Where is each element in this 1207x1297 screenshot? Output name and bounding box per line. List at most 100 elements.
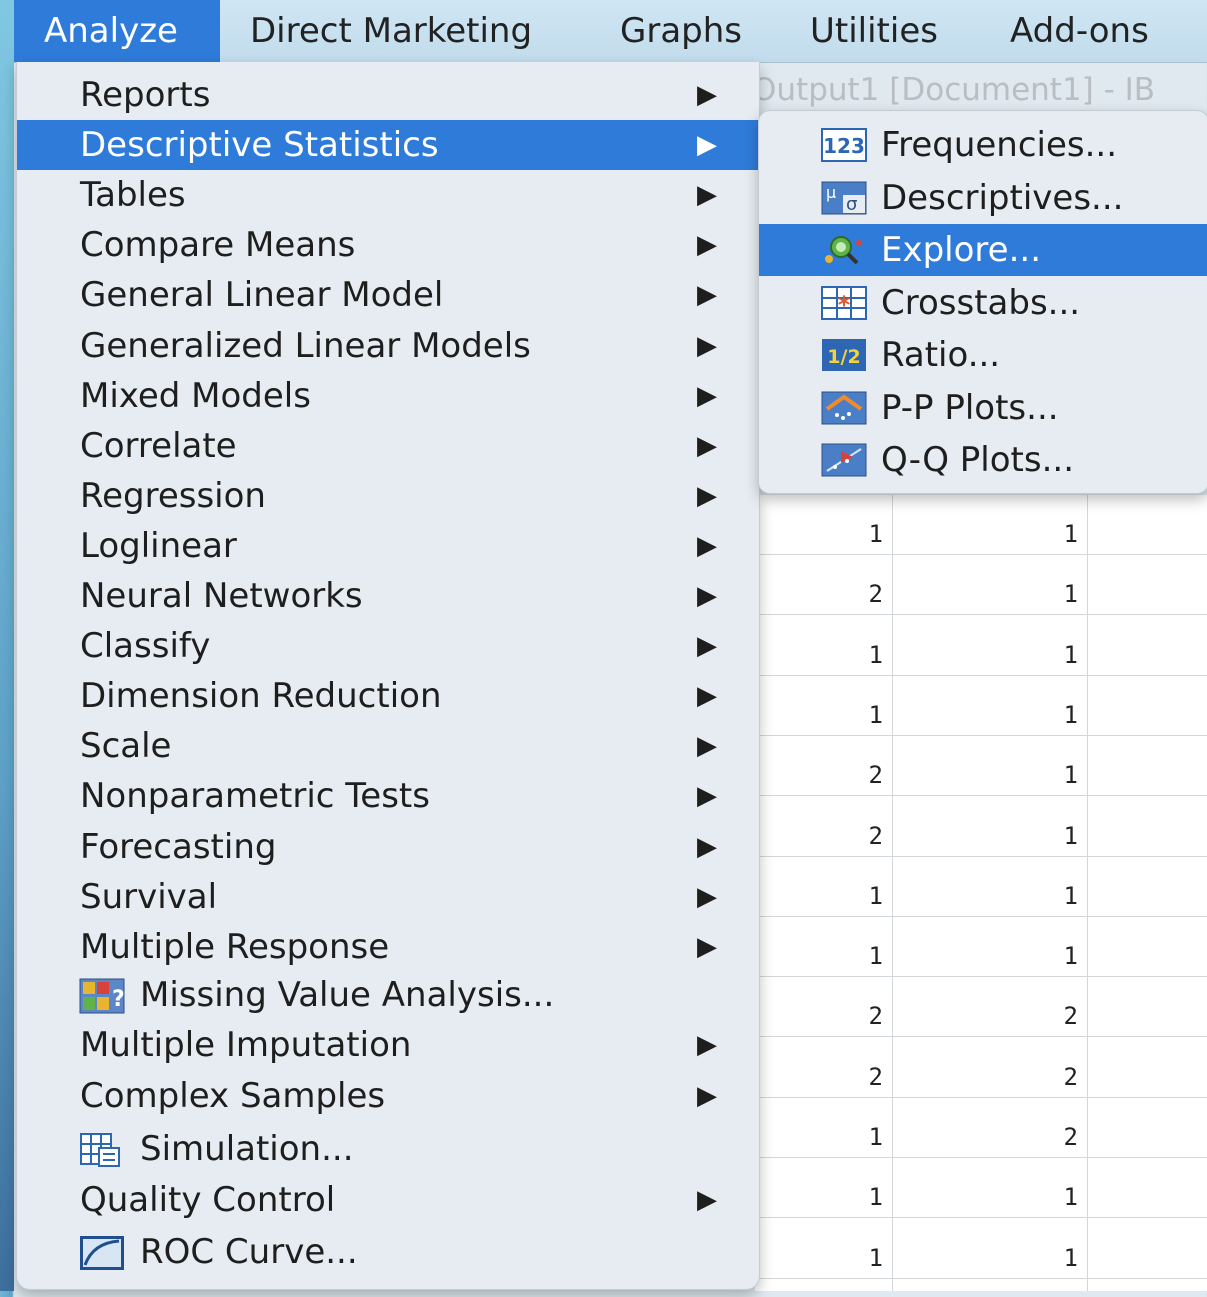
table-row[interactable]: 12 [755,1098,1207,1158]
menu-item-scale[interactable]: Scale ▶ [17,721,759,771]
submenu-arrow-icon: ▶ [697,480,717,511]
menu-item-simulation[interactable]: Simulation... [17,1124,759,1174]
svg-text:123: 123 [823,134,865,158]
menu-item-regression[interactable]: Regression ▶ [17,471,759,521]
menu-utilities[interactable]: Utilities [780,0,970,62]
grid-cell[interactable]: 1 [755,917,883,977]
grid-cell[interactable]: 1 [893,676,1078,736]
grid-cell[interactable]: 1 [893,495,1078,555]
grid-cell[interactable]: 2 [755,797,883,857]
table-row[interactable]: 11 [755,495,1207,555]
menu-item-complex-samples[interactable]: Complex Samples ▶ [17,1071,759,1121]
table-row[interactable]: 11 [755,1219,1207,1279]
menu-item-descriptive-statistics[interactable]: Descriptive Statistics ▶ [17,120,759,171]
menu-item-tables[interactable]: Tables ▶ [17,170,759,220]
table-row[interactable]: 22 [755,1038,1207,1098]
menu-bar: Analyze Direct Marketing Graphs Utilitie… [14,0,1207,63]
menu-item-classify[interactable]: Classify ▶ [17,621,759,671]
menu-item-reports[interactable]: Reports ▶ [17,70,759,120]
grid-cell[interactable]: 2 [755,1038,883,1098]
grid-cell[interactable]: 2 [755,977,883,1037]
menu-add-ons[interactable]: Add-ons [980,0,1180,62]
crosstabs-icon: * [821,285,867,320]
submenu-arrow-icon: ▶ [697,881,717,912]
submenu-item-label: Q-Q Plots... [881,440,1075,480]
menu-item-forecasting[interactable]: Forecasting ▶ [17,822,759,872]
submenu-item-crosstabs[interactable]: * Crosstabs... [759,277,1207,329]
submenu-item-label: Ratio... [881,335,1001,375]
window-title: Output1 [Document1] - IB [752,72,1156,108]
grid-cell[interactable]: 1 [755,676,883,736]
frequencies-icon: 123 [821,128,867,162]
grid-cell[interactable]: 1 [755,1219,883,1279]
data-grid[interactable]: 11211111212111112222121111 [755,495,1207,1291]
menu-item-multiple-response[interactable]: Multiple Response ▶ [17,922,759,972]
menu-analyze[interactable]: Analyze [14,0,220,62]
table-row[interactable]: 21 [755,555,1207,616]
menu-item-label: ROC Curve... [140,1232,358,1272]
menu-item-label: Descriptive Statistics [80,125,439,166]
menu-item-label: Forecasting [80,826,277,867]
grid-cell[interactable]: 1 [893,797,1078,857]
menu-item-loglinear[interactable]: Loglinear ▶ [17,521,759,571]
menu-item-generalized-linear-models[interactable]: Generalized Linear Models ▶ [17,321,759,371]
table-row[interactable]: 11 [755,917,1207,978]
menu-item-roc-curve[interactable]: ROC Curve... [17,1227,759,1277]
submenu-item-frequencies[interactable]: 123 Frequencies... [759,119,1207,171]
grid-cell[interactable]: 1 [755,1158,883,1218]
menu-item-survival[interactable]: Survival ▶ [17,872,759,922]
menu-graphs[interactable]: Graphs [590,0,774,62]
grid-cell[interactable]: 1 [893,555,1078,615]
grid-cell[interactable]: 1 [893,616,1078,676]
grid-cell[interactable]: 1 [755,616,883,676]
explore-icon [821,233,867,267]
submenu-item-p-p-plots[interactable]: P-P Plots... [759,382,1207,434]
submenu-arrow-icon: ▶ [697,681,717,712]
menu-item-general-linear-model[interactable]: General Linear Model ▶ [17,270,759,320]
grid-cell[interactable]: 2 [893,1038,1078,1098]
grid-cell[interactable]: 1 [893,917,1078,977]
grid-cell[interactable]: 1 [893,1219,1078,1279]
menu-item-quality-control[interactable]: Quality Control ▶ [17,1175,759,1225]
table-row[interactable]: 11 [755,857,1207,917]
grid-cell[interactable]: 1 [893,857,1078,917]
table-row[interactable]: 11 [755,676,1207,736]
table-row[interactable]: 21 [755,797,1207,857]
grid-cell[interactable]: 2 [755,555,883,615]
table-row[interactable]: 21 [755,736,1207,797]
grid-cell[interactable]: 1 [893,736,1078,796]
menu-direct-marketing[interactable]: Direct Marketing [220,0,584,62]
submenu-item-label: Frequencies... [881,125,1118,165]
roc-curve-icon [79,1235,125,1271]
submenu-item-q-q-plots[interactable]: Q-Q Plots... [759,434,1207,486]
grid-cell[interactable]: 1 [755,495,883,555]
svg-text:1/2: 1/2 [827,346,860,368]
menu-item-compare-means[interactable]: Compare Means ▶ [17,220,759,270]
grid-cell[interactable]: 1 [755,1098,883,1158]
table-row[interactable]: 11 [755,1158,1207,1219]
ratio-icon: 1/2 [821,338,867,372]
qq-plots-icon [821,443,867,477]
svg-text:?: ? [112,987,125,1012]
table-row[interactable]: 22 [755,977,1207,1038]
table-row[interactable]: 11 [755,616,1207,676]
menu-item-multiple-imputation[interactable]: Multiple Imputation ▶ [17,1020,759,1070]
grid-cell[interactable]: 2 [755,736,883,796]
menu-item-nonparametric-tests[interactable]: Nonparametric Tests ▶ [17,771,759,821]
menu-item-mixed-models[interactable]: Mixed Models ▶ [17,371,759,421]
menu-item-neural-networks[interactable]: Neural Networks ▶ [17,571,759,621]
window-frame-edge [0,0,14,1291]
simulation-icon [79,1132,125,1168]
submenu-item-ratio[interactable]: 1/2 Ratio... [759,329,1207,381]
grid-cell[interactable]: 2 [893,1098,1078,1158]
menu-item-dimension-reduction[interactable]: Dimension Reduction ▶ [17,671,759,721]
grid-cell[interactable]: 1 [893,1158,1078,1218]
submenu-item-label: Descriptives... [881,177,1124,218]
grid-cell[interactable]: 1 [755,857,883,917]
grid-cell[interactable]: 2 [893,977,1078,1037]
menu-item-label: Mixed Models [80,375,311,416]
menu-item-missing-value-analysis[interactable]: ? Missing Value Analysis... [17,970,759,1020]
submenu-item-descriptives[interactable]: μ σ Descriptives... [759,172,1207,224]
menu-item-correlate[interactable]: Correlate ▶ [17,421,759,471]
submenu-item-explore[interactable]: Explore... [759,224,1207,276]
